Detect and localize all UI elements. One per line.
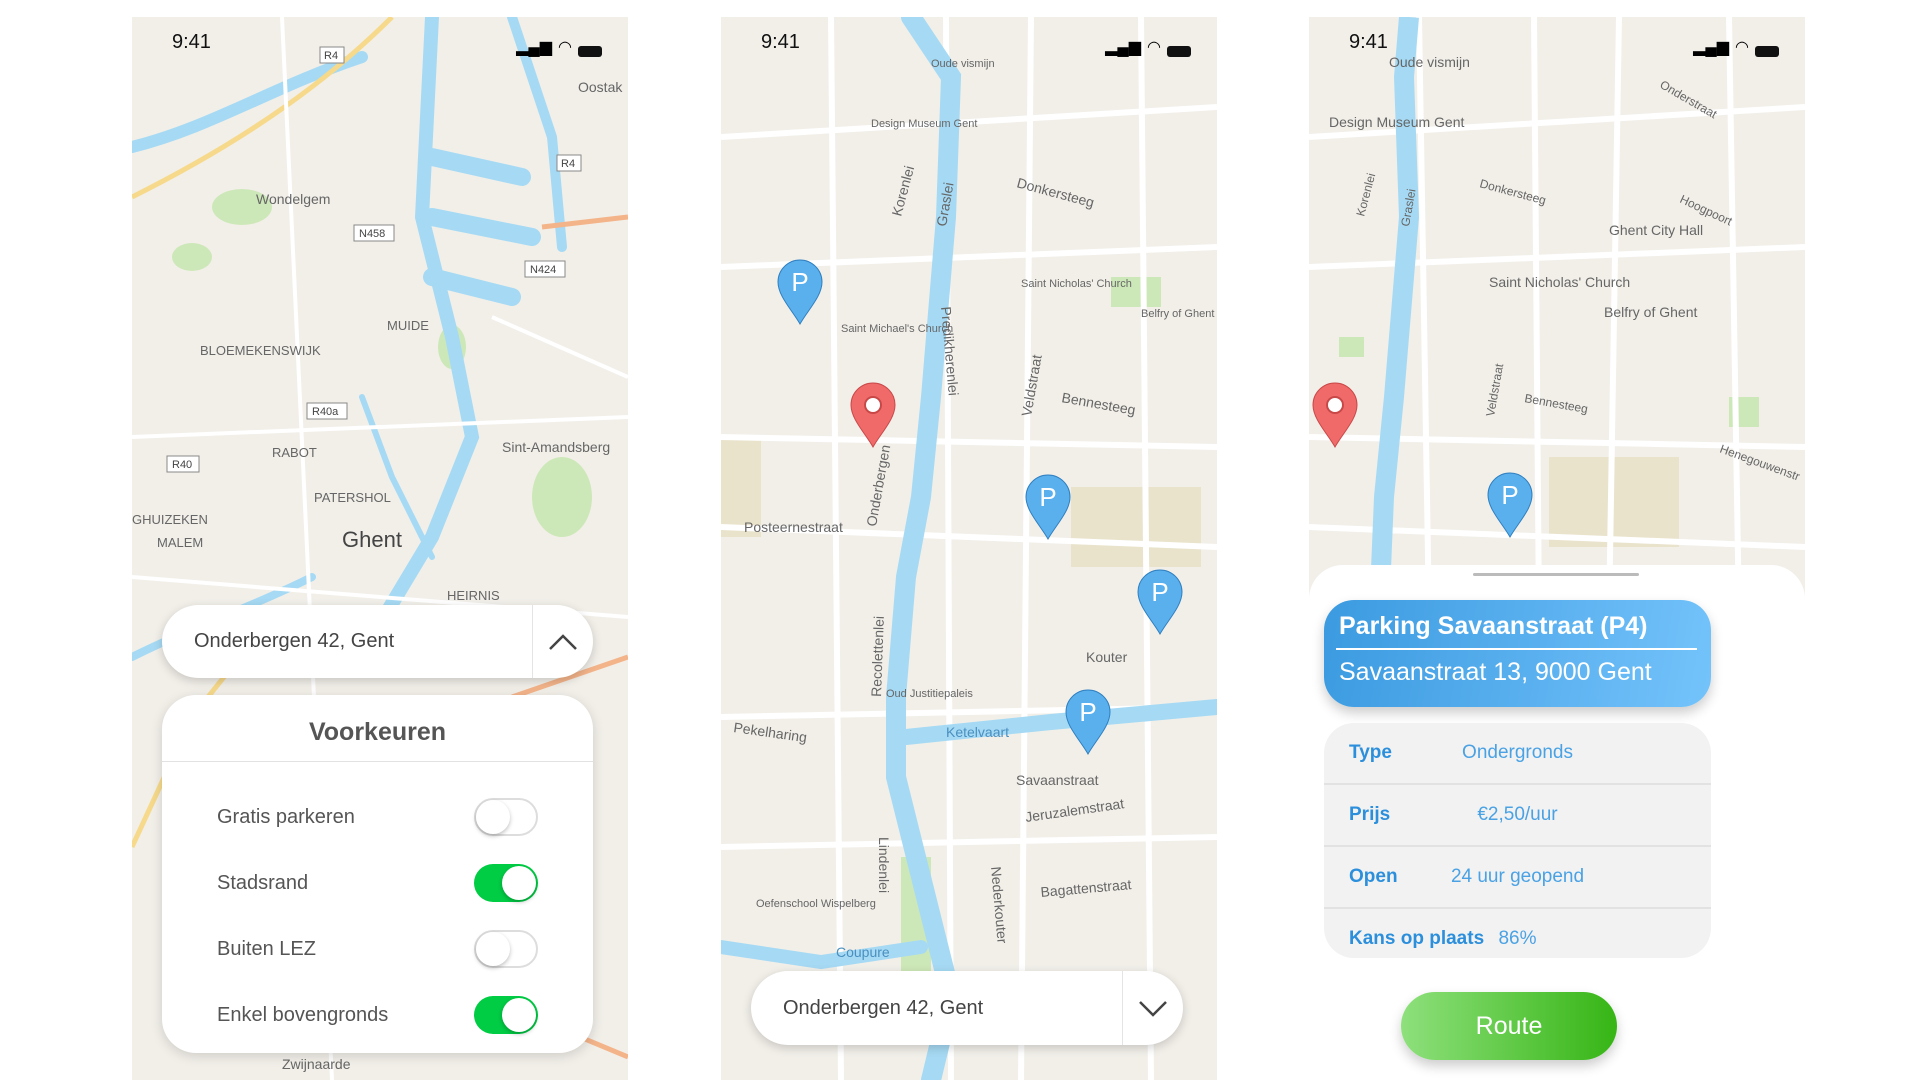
pref-label: Enkel bovengronds: [217, 1003, 389, 1026]
map-label: Design Museum Gent: [1329, 114, 1465, 130]
map-label: Savaanstraat: [1016, 772, 1099, 788]
toggle-stadsrand[interactable]: [474, 864, 538, 902]
road-badge: R4: [561, 158, 575, 170]
map-label: Oud Justitiepaleis: [886, 688, 973, 700]
pref-label: Gratis parkeren: [217, 805, 355, 828]
map-label: GHUIZEKEN: [132, 512, 208, 527]
status-time: 9:41: [1349, 31, 1388, 53]
address-input[interactable]: Onderbergen 42, Gent: [751, 997, 1122, 1020]
screen-parking-detail: Oude vismijn Design Museum Gent Korenlei…: [1309, 17, 1805, 1080]
map-label: Saint Nicholas' Church: [1489, 274, 1630, 290]
route-button[interactable]: Route: [1401, 992, 1617, 1060]
pref-enkel-bovengronds: Enkel bovengronds: [217, 990, 538, 1040]
road-badge: R40a: [312, 406, 339, 418]
drag-handle[interactable]: [1473, 573, 1639, 576]
pin-dot: [1326, 396, 1344, 414]
wifi-icon: ◠: [1147, 39, 1161, 56]
map-label: Ghent: [342, 527, 402, 552]
signal-icon: ▂▄▆: [1693, 39, 1730, 56]
detail-row-type: Type Ondergronds: [1324, 723, 1711, 785]
map-label: Ghent City Hall: [1609, 222, 1703, 238]
detail-row-kans: Kans op plaats 86%: [1324, 909, 1711, 958]
map-label: Lindenlei: [876, 837, 892, 893]
map-label: Coupure: [836, 944, 890, 960]
map-label: Saint Nicholas' Church: [1021, 278, 1132, 290]
pin-label: P: [1079, 697, 1096, 727]
pin-label: P: [1151, 577, 1168, 607]
pref-label: Buiten LEZ: [217, 937, 316, 960]
pref-stadsrand: Stadsrand: [217, 858, 538, 908]
toggle-gratis-parkeren[interactable]: [474, 798, 538, 836]
pin-label: P: [791, 267, 808, 297]
chevron-up-icon[interactable]: [532, 605, 593, 678]
detail-value: 24 uur geopend: [1450, 866, 1585, 887]
map-label: Posteernestraat: [744, 519, 843, 535]
detail-value: Ondergronds: [1462, 742, 1573, 763]
signal-icon: ▂▄▆: [1105, 39, 1142, 56]
detail-row-open: Open 24 uur geopend: [1324, 847, 1711, 909]
map-label: HEIRNIS: [447, 588, 500, 603]
map-label: Belfry of Ghent: [1604, 304, 1697, 320]
status-bar: 9:41 ▂▄▆ ◠: [721, 17, 1217, 67]
status-bar: 9:41 ▂▄▆ ◠: [1309, 17, 1805, 67]
address-search[interactable]: Onderbergen 42, Gent: [751, 971, 1183, 1045]
chevron-down-icon[interactable]: [1122, 971, 1183, 1045]
signal-icon: ▂▄▆: [516, 39, 553, 56]
map-label: PATERSHOL: [314, 490, 391, 505]
address-search[interactable]: Onderbergen 42, Gent: [162, 605, 593, 678]
screen-map-results: Oude vismijn Design Museum Gent Korenlei…: [721, 17, 1217, 1080]
wifi-icon: ◠: [558, 39, 572, 56]
battery-icon: [578, 46, 602, 57]
wifi-icon: ◠: [1735, 39, 1749, 56]
pref-label: Stadsrand: [217, 871, 309, 894]
parking-details: Type Ondergronds Prijs €2,50/uur Open 24 uu…: [1324, 723, 1711, 958]
road-badge: N424: [530, 264, 556, 276]
pin-dot: [864, 396, 882, 414]
detail-value: 86%: [1498, 928, 1537, 949]
map-label: Kouter: [1086, 649, 1128, 665]
status-time: 9:41: [172, 31, 211, 53]
map-label: Belfry of Ghent: [1141, 308, 1214, 320]
road-badge: R40: [172, 459, 192, 471]
parking-detail-sheet: Parking Savaanstraat (P4) Savaanstraat 1…: [1309, 565, 1805, 1080]
toggle-enkel-bovengronds[interactable]: [474, 996, 538, 1034]
map-label: MALEM: [157, 535, 203, 550]
pin-label: P: [1039, 482, 1056, 512]
map-label: Saint Michael's Church: [841, 323, 953, 335]
screen-preferences: Wondelgem MUIDE BLOEMEKENSWIJK RABOT Sin…: [132, 17, 628, 1080]
map-label: RABOT: [272, 445, 317, 460]
pin-label: P: [1501, 480, 1518, 510]
map-label: Oefenschool Wispelberg: [756, 898, 876, 910]
status-time: 9:41: [761, 31, 800, 53]
battery-icon: [1167, 46, 1191, 57]
detail-row-prijs: Prijs €2,50/uur: [1324, 785, 1711, 847]
map-label: Oostak: [578, 79, 623, 95]
map-label: Ketelvaart: [946, 724, 1009, 740]
parking-address: Savaanstraat 13, 9000 Gent: [1339, 658, 1652, 686]
parking-name: Parking Savaanstraat (P4): [1339, 612, 1648, 640]
battery-icon: [1755, 46, 1779, 57]
map[interactable]: Oude vismijn Design Museum Gent Korenlei…: [721, 17, 1217, 1080]
map-label: Design Museum Gent: [871, 118, 977, 130]
road-badge: N458: [359, 228, 385, 240]
map-label: Zwijnaarde: [282, 1056, 351, 1072]
toggle-buiten-lez[interactable]: [474, 930, 538, 968]
preferences-panel: Voorkeuren Gratis parkeren Stadsrand Bui…: [162, 695, 593, 1053]
detail-value: €2,50/uur: [1477, 804, 1558, 825]
map-label: MUIDE: [387, 318, 429, 333]
parking-header-card: Parking Savaanstraat (P4) Savaanstraat 1…: [1324, 600, 1711, 707]
status-bar: 9:41 ▂▄▆ ◠: [132, 17, 628, 67]
map-label: BLOEMEKENSWIJK: [200, 343, 321, 358]
preferences-title: Voorkeuren: [162, 695, 593, 762]
map-label: Wondelgem: [256, 191, 330, 207]
pref-buiten-lez: Buiten LEZ: [217, 924, 538, 974]
map-label: Sint-Amandsberg: [502, 439, 610, 455]
pref-gratis-parkeren: Gratis parkeren: [217, 792, 538, 842]
address-input[interactable]: Onderbergen 42, Gent: [162, 630, 532, 653]
map-label: Recolettenlei: [868, 616, 887, 697]
